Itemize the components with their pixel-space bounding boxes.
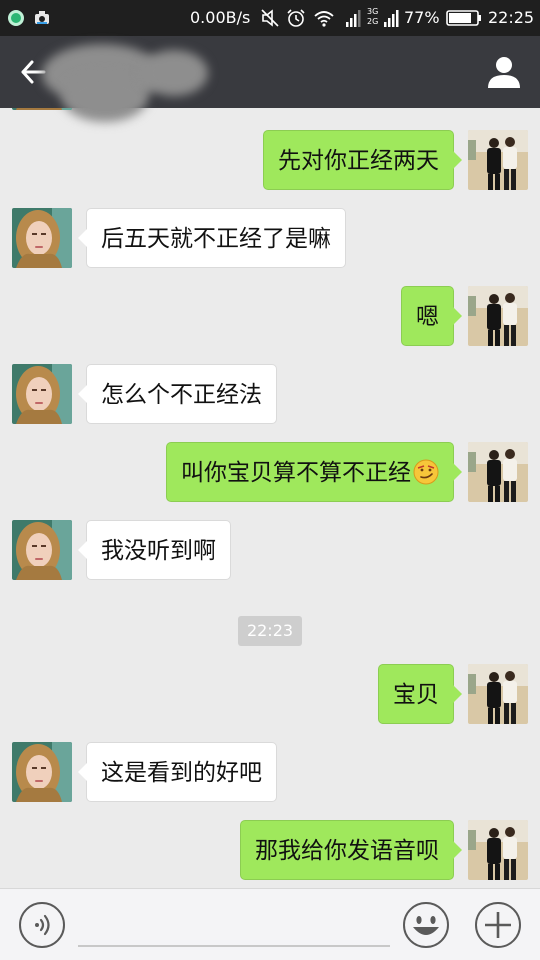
message-bubble-incoming[interactable]: 怎么个不正经法: [78, 364, 277, 424]
status-time: 22:25: [488, 8, 535, 27]
contact-avatar[interactable]: [12, 364, 72, 424]
message-bubble-outgoing[interactable]: 宝贝: [378, 664, 462, 724]
battery-percent: 77%: [404, 8, 440, 27]
chat-area[interactable]: 先对你正经两天 后五天就不正经了是嘛 嗯 怎么个不正经法 叫你宝贝算不算不正经 …: [0, 108, 540, 888]
signal-icon: [384, 10, 399, 27]
wifi-icon: [314, 11, 334, 27]
voice-icon[interactable]: [18, 901, 66, 949]
plus-icon[interactable]: [474, 901, 522, 949]
app-notification-icon: [8, 10, 24, 26]
contact-avatar[interactable]: [12, 520, 72, 580]
alarm-icon: [287, 9, 305, 27]
signal-icon: [346, 10, 361, 27]
message-bubble-incoming[interactable]: 后五天就不正经了是嘛: [78, 208, 346, 268]
message-bubble-outgoing[interactable]: 叫你宝贝算不算不正经: [166, 442, 462, 502]
contact-avatar[interactable]: [12, 208, 72, 268]
message-text: 叫你宝贝算不算不正经: [181, 460, 411, 486]
network-speed: 0.00B/s: [190, 8, 251, 27]
message-input[interactable]: [78, 903, 390, 947]
battery-icon: [446, 10, 481, 26]
nav-bar: [0, 36, 540, 122]
user-avatar[interactable]: [468, 664, 528, 724]
user-avatar[interactable]: [468, 130, 528, 190]
user-avatar[interactable]: [468, 820, 528, 880]
network-type: 3G 2G: [367, 7, 379, 26]
input-bar: [0, 888, 540, 960]
message-bubble-outgoing[interactable]: 那我给你发语音呗: [240, 820, 462, 880]
person-icon[interactable]: [486, 54, 522, 90]
mute-icon: [261, 9, 279, 27]
camera-notification-icon: [35, 11, 49, 24]
smirk-emoji-icon: [413, 459, 439, 484]
emoji-icon[interactable]: [402, 901, 450, 949]
user-avatar[interactable]: [468, 286, 528, 346]
message-bubble-incoming[interactable]: 这是看到的好吧: [78, 742, 277, 802]
message-bubble-incoming[interactable]: 我没听到啊: [78, 520, 231, 580]
message-bubble-outgoing[interactable]: 嗯: [401, 286, 462, 346]
message-bubble-outgoing[interactable]: 先对你正经两天: [263, 130, 462, 190]
message-timestamp: 22:23: [238, 616, 302, 646]
user-avatar[interactable]: [468, 442, 528, 502]
contact-avatar[interactable]: [12, 742, 72, 802]
contact-avatar[interactable]: [12, 108, 72, 110]
status-bar: 0.00B/s 3G 2G 77% 22:25: [0, 0, 540, 36]
